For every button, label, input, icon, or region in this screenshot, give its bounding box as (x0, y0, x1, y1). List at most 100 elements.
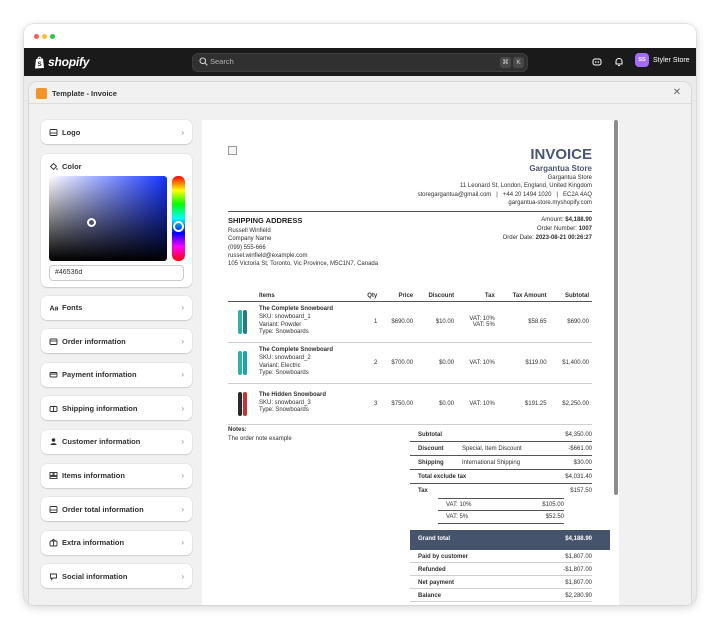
grand-total-value: $4,188.90 (565, 536, 592, 542)
shopify-bag-icon: S (35, 56, 44, 68)
item-price: $700.00 (380, 342, 417, 384)
item-discount: $0.00 (416, 383, 458, 425)
sidekick-icon[interactable] (592, 57, 602, 67)
item-tax: VAT: 10% VAT: 5% (457, 301, 498, 343)
shipping-icon (49, 404, 58, 413)
section-shipping-information[interactable]: Shipping information › (41, 396, 192, 421)
vat5-row: VAT: 5% $52.50 (438, 511, 564, 524)
item-tax-amount: $119.00 (497, 342, 550, 384)
shipping-line: russel.winfield@example.com (228, 252, 308, 259)
notes-text: The order note example (228, 436, 292, 442)
tax-value: $157.50 (570, 488, 592, 494)
hue-slider[interactable] (172, 175, 185, 261)
store-line: gargantua-store.myshopify.com (508, 199, 592, 206)
chevron-right-icon: › (181, 471, 184, 481)
header-price: Price (380, 284, 417, 302)
section-label: Payment information (62, 370, 137, 380)
shipping-desc: International Shipping (462, 460, 521, 466)
close-modal-button[interactable]: ✕ (671, 87, 683, 99)
order-summary: Amount: $4,188.90 Order Number: 1007 Ord… (503, 216, 592, 243)
items-table: Items Qty Price Discount Tax Tax Amount … (228, 284, 592, 425)
preview-scrollbar[interactable] (614, 120, 618, 495)
section-order-total-information[interactable]: Order total information › (41, 497, 192, 522)
store-menu[interactable]: SS Styler Store (635, 53, 690, 67)
grand-total-row: Grand total $4,188.90 (410, 530, 610, 550)
section-payment-information[interactable]: Payment information › (41, 362, 192, 387)
item-discount: $0.00 (416, 342, 458, 384)
amount-label: Amount: (541, 217, 564, 223)
section-social-information[interactable]: Social information › (41, 564, 192, 589)
section-customer-information[interactable]: Customer information › (41, 429, 192, 454)
minimize-window-dot[interactable] (42, 34, 47, 39)
notes: Notes: The order note example (228, 426, 292, 444)
modal-title: Template - Invoice (52, 89, 117, 98)
saturation-handle[interactable] (87, 217, 96, 227)
section-label: Items information (62, 471, 125, 481)
table-header-row: Items Qty Price Discount Tax Tax Amount … (228, 284, 592, 302)
notes-label: Notes: (228, 427, 247, 433)
table-row: The Hidden Snowboard SKU: snowboard_3 Type… (228, 383, 592, 425)
hue-handle[interactable] (173, 220, 184, 232)
header-tax: Tax (457, 284, 498, 302)
refunded-value: -$1,807.00 (563, 567, 592, 573)
item-sku: SKU: snowboard_2 (259, 354, 311, 361)
subtotal-label: Subtotal (418, 432, 442, 438)
paid-row: Paid by customer $1,807.00 (410, 550, 592, 563)
item-cell: The Complete Snowboard SKU: snowboard_1 Va… (256, 301, 360, 343)
table-row: The Complete Snowboard SKU: snowboard_2 Va… (228, 342, 592, 384)
hex-color-input[interactable] (49, 264, 184, 281)
close-window-dot[interactable] (34, 34, 39, 39)
item-cell: The Complete Snowboard SKU: snowboard_2 Va… (256, 342, 360, 384)
refunded-row: Refunded -$1,807.00 (410, 563, 592, 576)
item-type: Type: Snowboards (259, 329, 309, 336)
section-label: Shipping information (62, 403, 138, 413)
chevron-right-icon: › (181, 336, 184, 346)
item-subtotal: $2,250.00 (549, 383, 592, 425)
exclude-tax-label: Total exclude tax (418, 474, 467, 480)
header-qty: Qty (359, 284, 381, 302)
search-input[interactable]: Search ⌘ K (192, 53, 528, 72)
subtotal-value: $4,350.00 (565, 432, 592, 438)
section-label: Order information (62, 336, 126, 346)
item-variant: Variant: Electric (259, 362, 301, 369)
shopify-logo[interactable]: S shopify (34, 55, 89, 69)
saturation-picker[interactable] (49, 175, 167, 261)
extra-icon (49, 538, 58, 547)
totals-table: Subtotal $4,350.00 Discount Special, Item … (410, 428, 610, 602)
chevron-right-icon: › (181, 403, 184, 413)
section-extra-information[interactable]: Extra information › (41, 530, 192, 555)
item-tax: VAT: 10% (457, 383, 498, 425)
chevron-right-icon: › (181, 303, 184, 313)
section-logo[interactable]: Logo › (41, 120, 192, 144)
shortcut-cmd-key: ⌘ (500, 57, 511, 68)
chevron-right-icon: › (181, 504, 184, 514)
item-name: The Hidden Snowboard (259, 392, 326, 399)
store-line: storegargantua@gmail.com | +44 20 1494 1… (417, 191, 592, 198)
paint-bucket-icon (49, 162, 58, 171)
section-items-information[interactable]: Items information › (41, 463, 192, 488)
section-fonts[interactable]: Aa Fonts › (41, 295, 192, 320)
chevron-right-icon: › (181, 437, 184, 447)
section-label: Color (62, 162, 82, 172)
header-divider (228, 211, 592, 212)
item-price: $750.00 (380, 383, 417, 425)
section-order-information[interactable]: Order information › (41, 329, 192, 354)
item-variant: Variant: Powder (259, 321, 302, 328)
svg-text:Aa: Aa (50, 306, 59, 313)
item-qty: 2 (359, 342, 381, 384)
item-sku: SKU: snowboard_3 (259, 399, 311, 406)
image-icon (49, 128, 58, 137)
shipping-line: 105 Victoria St, Toronto, Vic Province, … (228, 261, 379, 268)
item-cell: The Hidden Snowboard SKU: snowboard_3 Type… (256, 383, 360, 425)
header-subtotal: Subtotal (549, 284, 592, 302)
item-subtotal: $690.00 (549, 301, 592, 343)
item-tax-amount: $58.65 (497, 301, 550, 343)
maximize-window-dot[interactable] (50, 34, 55, 39)
shipping-value: $30.00 (573, 460, 592, 466)
browser-window: S shopify Search ⌘ K SS Styler Store Tem… (24, 24, 696, 605)
store-heading: Gargantua Store (529, 164, 592, 173)
notifications-bell-icon[interactable] (614, 57, 624, 67)
shipping-line: Russell Winfield (228, 228, 271, 234)
item-tax-line: VAT: 5% (472, 321, 495, 328)
item-type: Type: Snowboards (259, 370, 309, 377)
